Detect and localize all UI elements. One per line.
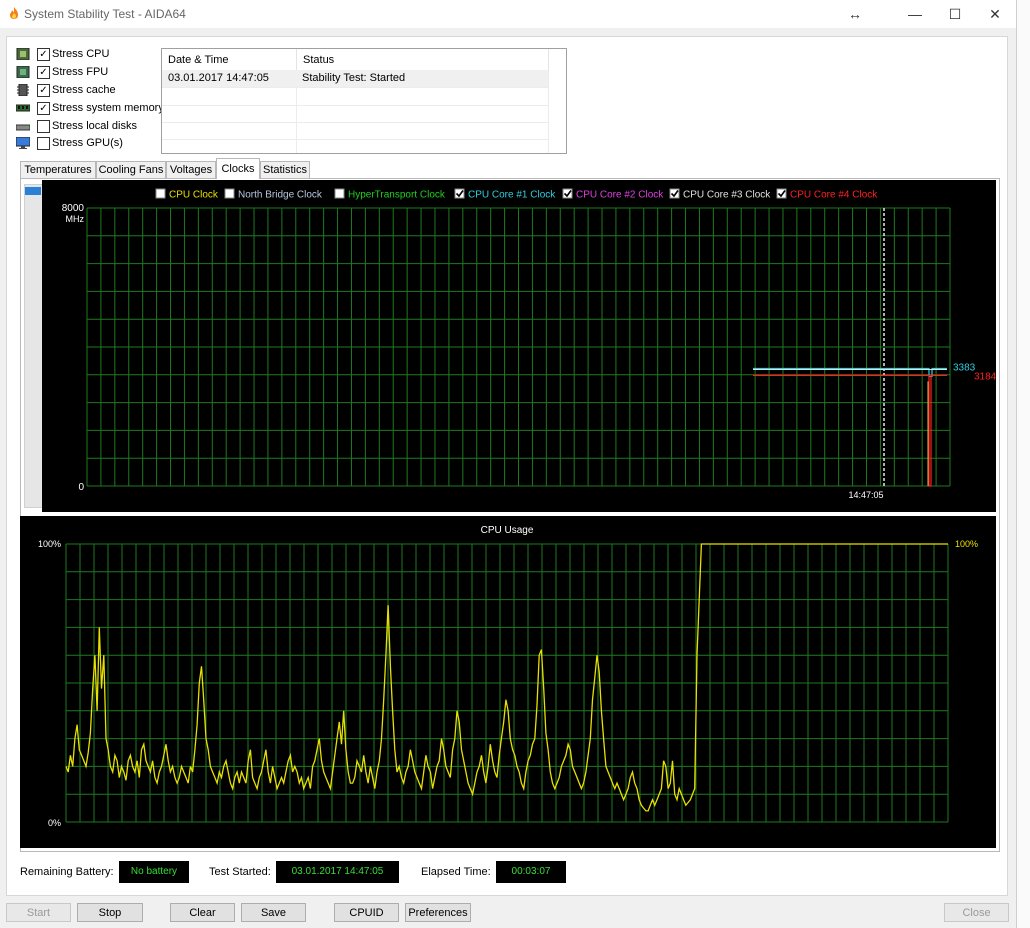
start-button[interactable]: Start: [6, 903, 71, 922]
memory-module-icon: [16, 104, 30, 112]
legend-item[interactable]: HyperTransport Clock: [334, 188, 446, 201]
usage-y-max-label: 100%: [38, 539, 61, 549]
minimize-button[interactable]: —: [895, 0, 935, 28]
chart-item-scrollbar[interactable]: [24, 184, 43, 508]
table-row[interactable]: 03.01.2017 14:47:05 Stability Test: Star…: [162, 70, 548, 88]
cpu-usage-chart-svg: CPU Usage 100% 0% 100%: [38, 525, 978, 828]
stop-button[interactable]: Stop: [77, 903, 143, 922]
tab-voltages[interactable]: Voltages: [166, 161, 216, 178]
scrollbar-thumb[interactable]: [25, 187, 41, 195]
window-title: System Stability Test - AIDA64: [24, 7, 186, 21]
title-bar: System Stability Test - AIDA64 ↔ — ☐ ✕: [0, 0, 1016, 28]
preferences-button[interactable]: Preferences: [405, 903, 471, 922]
option-label: Stress FPU: [52, 66, 109, 78]
cpu-chip-icon: [16, 48, 30, 60]
legend-label: CPU Clock: [169, 190, 219, 201]
cpu-usage-chart-panel: CPU Usage 100% 0% 100%: [20, 516, 996, 848]
option-label: Stress system memory: [52, 102, 164, 114]
fpu-chip-icon: [16, 66, 30, 78]
close-window-button[interactable]: ✕: [975, 0, 1015, 28]
test-started-value: 03.01.2017 14:47:05: [276, 861, 399, 883]
test-started-label: Test Started:: [209, 866, 271, 878]
checkbox[interactable]: ✓: [37, 48, 50, 61]
table-row-empty: [162, 88, 548, 106]
legend-item[interactable]: North Bridge Clock: [224, 188, 323, 201]
legend-checkbox[interactable]: [224, 188, 235, 199]
status-table: Date & Time Status 03.01.2017 14:47:05 S…: [161, 48, 567, 154]
option-label: Stress local disks: [52, 120, 137, 132]
clock-time-label: 14:47:05: [848, 490, 883, 500]
maximize-button[interactable]: ☐: [935, 0, 975, 28]
cpu-usage-series-line: [65, 543, 948, 812]
checkbox[interactable]: ✓: [37, 66, 50, 79]
legend-item[interactable]: CPU Core #4 Clock: [776, 188, 878, 201]
option-label: Stress cache: [52, 84, 116, 96]
disk-drive-icon: [16, 124, 30, 131]
usage-y-min-label: 0%: [48, 818, 61, 828]
tab-clocks[interactable]: Clocks: [216, 158, 260, 179]
usage-chart-title: CPU Usage: [481, 525, 534, 536]
row-datetime: 03.01.2017 14:47:05: [168, 72, 269, 84]
checkbox[interactable]: ✓: [37, 102, 50, 115]
background-window-edge: [1016, 0, 1030, 928]
usage-current-label: 100%: [955, 539, 978, 549]
aida64-flame-icon: [10, 7, 18, 19]
clock-y-max-label: 8000: [62, 203, 85, 214]
legend-label: CPU Core #3 Clock: [683, 190, 771, 201]
cache-chip-icon: [17, 84, 29, 96]
legend-item[interactable]: CPU Clock: [155, 188, 219, 201]
legend-label: North Bridge Clock: [238, 190, 323, 201]
core4-value-label: 3184: [974, 371, 996, 382]
monitor-icon: [16, 137, 30, 149]
battery-label: Remaining Battery:: [20, 866, 114, 878]
clock-grid: [86, 207, 951, 487]
column-header-datetime[interactable]: Date & Time: [162, 49, 297, 70]
column-header-status[interactable]: Status: [297, 49, 549, 70]
elapsed-time-label: Elapsed Time:: [421, 866, 491, 878]
legend-item[interactable]: CPU Core #3 Clock: [669, 188, 771, 201]
resize-arrows-icon[interactable]: ↔: [835, 0, 875, 28]
clock-y-min-label: 0: [78, 482, 84, 493]
checkbox[interactable]: ✓: [37, 84, 50, 97]
checkbox[interactable]: [37, 120, 50, 133]
tab-statistics[interactable]: Statistics: [260, 161, 310, 178]
row-status: Stability Test: Started: [302, 72, 406, 84]
close-button[interactable]: Close: [944, 903, 1009, 922]
legend-item[interactable]: CPU Core #1 Clock: [454, 188, 556, 201]
battery-value: No battery: [119, 861, 189, 883]
clear-button[interactable]: Clear: [170, 903, 235, 922]
option-label: Stress GPU(s): [52, 137, 123, 149]
legend-label: CPU Core #2 Clock: [576, 190, 664, 201]
cpuid-button[interactable]: CPUID: [334, 903, 399, 922]
usage-grid: [65, 543, 949, 823]
legend-item[interactable]: CPU Core #2 Clock: [562, 188, 664, 201]
legend-label: HyperTransport Clock: [348, 190, 446, 201]
legend-label: CPU Core #1 Clock: [468, 190, 556, 201]
table-row-empty: [162, 122, 548, 140]
option-label: Stress CPU: [52, 48, 110, 60]
clock-legend: CPU Clock North Bridge Clock HyperTranspor…: [155, 188, 878, 201]
legend-label: CPU Core #4 Clock: [790, 190, 878, 201]
clock-chart-panel: CPU Clock North Bridge Clock HyperTranspor…: [42, 180, 997, 512]
legend-checkbox[interactable]: [334, 188, 345, 199]
tab-cooling-fans[interactable]: Cooling Fans: [96, 161, 166, 178]
table-row-empty: [162, 105, 548, 123]
elapsed-time-value: 00:03:07: [496, 861, 566, 883]
clock-chart-svg: CPU Clock North Bridge Clock HyperTranspor…: [62, 188, 997, 500]
clock-y-unit-label: MHz: [66, 214, 85, 224]
core1-value-label: 3383: [953, 362, 976, 373]
legend-checkbox[interactable]: [155, 188, 166, 199]
tab-temperatures[interactable]: Temperatures: [20, 161, 96, 178]
save-button[interactable]: Save: [241, 903, 306, 922]
checkbox[interactable]: [37, 137, 50, 150]
